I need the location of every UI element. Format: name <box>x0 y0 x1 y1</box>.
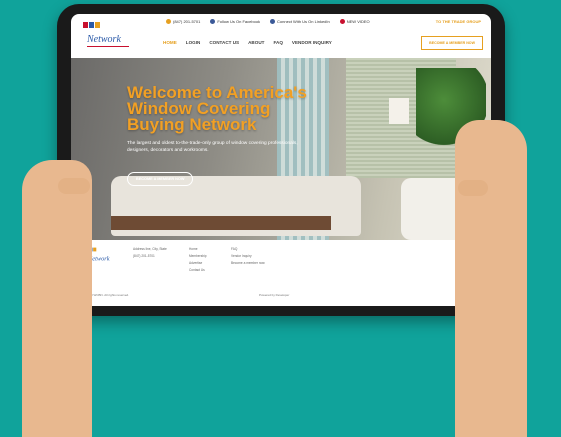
hero-banner: Welcome to America's Window Covering Buy… <box>71 58 491 240</box>
footer-address: Address line, City, State <box>133 247 167 251</box>
logo-window-blue <box>89 22 94 28</box>
footer-link-become[interactable]: Become a member now <box>231 260 265 267</box>
phone-link[interactable]: (847) 201-5701 <box>166 18 200 24</box>
lamp-image <box>389 98 409 124</box>
logo-wordmark: Network <box>86 34 121 45</box>
nav-item-about[interactable]: ABOUT <box>248 40 264 45</box>
logo-underline <box>87 46 129 47</box>
logo-window-red <box>83 22 88 28</box>
nav-item-contact[interactable]: CONTACT US <box>209 40 239 45</box>
nav-item-login[interactable]: LOGIN <box>186 40 201 45</box>
news-link[interactable]: NEW VIDEO <box>339 18 370 24</box>
linkedin-link[interactable]: Connect With Us On LinkedIn <box>270 18 330 24</box>
left-thumb <box>58 178 90 194</box>
hero-subtitle: The largest and oldest to-the-trade-only… <box>127 141 298 153</box>
network-logo[interactable]: Network <box>79 20 139 60</box>
left-hand <box>22 160 92 437</box>
footer-links-2: FAQ Vendor Inquiry Become a member now <box>231 246 265 267</box>
site-footer: Network Address line, City, State (847) … <box>71 240 491 306</box>
nav-item-home[interactable]: HOME <box>163 40 177 45</box>
become-member-button-top[interactable]: BECOME A MEMBER NOW <box>421 36 483 50</box>
footer-link-vendor[interactable]: Vendor Inquiry <box>231 253 265 260</box>
footer-link-home[interactable]: Home <box>189 246 207 253</box>
main-navigation: Network HOME LOGIN CONTACT US ABOUT FAQ … <box>71 22 491 58</box>
footer-link-advertise[interactable]: Advertise <box>189 260 207 267</box>
nav-item-faq[interactable]: FAQ <box>273 40 282 45</box>
right-thumb <box>458 180 488 196</box>
footer-contact: Address line, City, State (847) 201-5701 <box>133 246 167 260</box>
trade-group-link[interactable]: TO THE TRADE GROUP <box>436 19 481 24</box>
tablet-device: (847) 201-5701 Follow Us On Facebook Con… <box>57 4 505 316</box>
facebook-link[interactable]: Follow Us On Facebook <box>210 18 260 24</box>
footer-developer: Powered by Developer <box>259 293 290 297</box>
logo-window-gold <box>95 22 100 28</box>
coffee-table-image <box>111 216 331 230</box>
footer-logo-gold <box>93 247 97 252</box>
tablet-screen: (847) 201-5701 Follow Us On Facebook Con… <box>71 14 491 306</box>
footer-phone[interactable]: (847) 201-5701 <box>133 253 167 260</box>
right-hand <box>455 120 527 437</box>
phone-icon <box>166 18 171 24</box>
video-icon <box>339 18 345 24</box>
linkedin-icon <box>270 18 276 24</box>
footer-link-contact[interactable]: Contact Us <box>189 267 207 274</box>
footer-links-1: Home Membership Advertise Contact Us <box>189 246 207 274</box>
footer-link-faq[interactable]: FAQ <box>231 246 265 253</box>
hero-headline: Welcome to America's Window Covering Buy… <box>127 83 307 134</box>
facebook-icon <box>210 18 216 24</box>
footer-link-membership[interactable]: Membership <box>189 253 207 260</box>
nav-item-vendor[interactable]: VENDOR INQUIRY <box>292 40 332 45</box>
become-member-button[interactable]: BECOME A MEMBER NOW <box>127 172 194 186</box>
nav-menu: HOME LOGIN CONTACT US ABOUT FAQ VENDOR I… <box>163 40 332 45</box>
